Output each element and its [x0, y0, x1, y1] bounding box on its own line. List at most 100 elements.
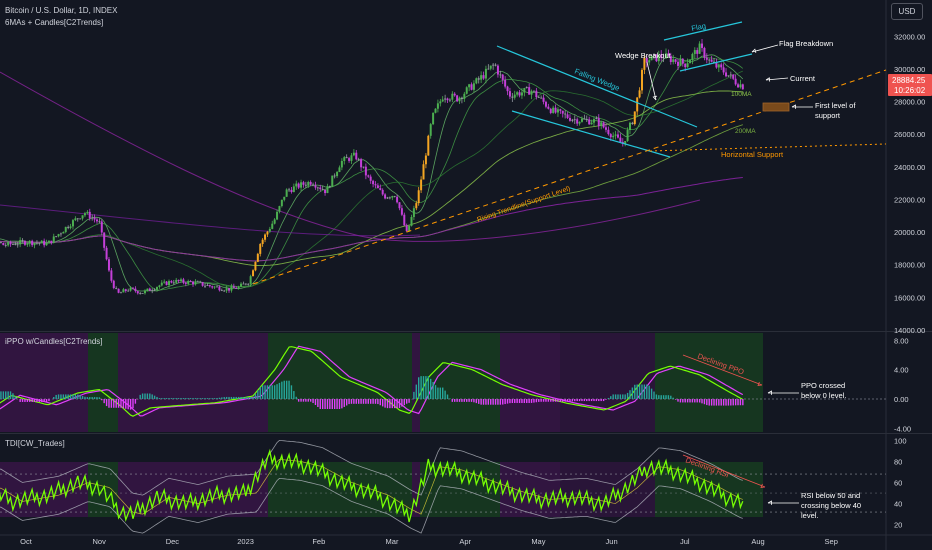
main-indicator-label[interactable]: 6MAs + Candles[C2Trends]	[5, 18, 103, 27]
candle-body	[384, 194, 387, 199]
candle-body	[225, 288, 228, 291]
candle-body	[312, 184, 315, 186]
candle-body	[182, 279, 185, 283]
candle-body	[537, 97, 540, 98]
price-tick-label: 26000.00	[894, 130, 925, 139]
candle-body	[705, 57, 708, 60]
ppo-tick-label: 4.00	[894, 366, 909, 375]
candle-body	[578, 121, 581, 124]
candle-body	[734, 78, 737, 85]
candle-body	[725, 72, 728, 77]
candle-body	[141, 293, 144, 294]
candle-body	[91, 217, 94, 219]
candle-body	[168, 281, 171, 286]
candle-body	[703, 47, 706, 58]
candle-body	[98, 221, 101, 223]
annotation-label: 200MA	[735, 128, 756, 135]
candle-body	[172, 282, 175, 284]
candle-body	[180, 279, 183, 282]
candle-body	[616, 134, 619, 138]
candle-body	[146, 288, 149, 291]
candle-body	[489, 65, 492, 69]
candle-body	[2, 242, 5, 246]
candle-body	[124, 289, 127, 291]
candle-body	[76, 218, 79, 220]
candle-body	[585, 119, 588, 120]
candle-body	[331, 175, 334, 188]
candle-body	[720, 64, 723, 68]
currency-button[interactable]: USD	[891, 3, 923, 20]
candle-body	[398, 202, 401, 209]
chart-canvas[interactable]: FlagWedge BreakoutFlag BreakdownFalling …	[0, 0, 932, 550]
candle-body	[264, 234, 267, 240]
candle-body	[530, 90, 533, 95]
candle-body	[609, 134, 612, 138]
candle-body	[364, 166, 367, 176]
candle-body	[693, 50, 696, 54]
candle-body	[535, 90, 538, 98]
candle-body	[468, 84, 471, 88]
candle-body	[62, 231, 65, 234]
candle-body	[374, 184, 377, 186]
candle-body	[35, 242, 38, 244]
candle-body	[552, 107, 555, 113]
candle-body	[4, 245, 7, 246]
price-tick-label: 14000.00	[894, 326, 925, 335]
candle-body	[261, 239, 264, 245]
candle-body	[273, 219, 276, 224]
candle-body	[242, 283, 245, 285]
candle-body	[684, 63, 687, 68]
candle-body	[523, 88, 526, 93]
candle-body	[636, 97, 639, 112]
candle-body	[316, 187, 319, 189]
candle-body	[458, 97, 461, 102]
candle-body	[360, 159, 363, 168]
candle-body	[422, 164, 425, 180]
candle-body	[240, 283, 243, 287]
x-tick-label: Dec	[166, 537, 180, 546]
candle-body	[727, 75, 730, 77]
tdi-panel-title: TDI[CW_Trades]	[5, 439, 65, 448]
candle-body	[148, 288, 151, 291]
price-tick-label: 18000.00	[894, 261, 925, 270]
candle-body	[544, 101, 547, 107]
candle-body	[672, 59, 675, 63]
candle-body	[532, 90, 535, 92]
candle-body	[633, 111, 636, 125]
candle-body	[131, 287, 134, 289]
candle-body	[580, 118, 583, 122]
candle-body	[403, 214, 406, 226]
candle-body	[204, 285, 207, 287]
candle-body	[566, 114, 569, 118]
ppo-trend-band	[0, 333, 88, 432]
candle-body	[300, 182, 303, 188]
candle-body	[16, 244, 19, 246]
candle-body	[427, 135, 430, 156]
candle-body	[463, 93, 466, 99]
candle-body	[81, 215, 84, 219]
candle-body	[528, 87, 531, 95]
candle-body	[420, 179, 423, 191]
x-tick-label: Oct	[20, 537, 33, 546]
annotation-label: crossing below 40	[801, 501, 861, 510]
candle-body	[237, 286, 240, 289]
candle-body	[88, 211, 91, 219]
candle-body	[691, 53, 694, 61]
candle-body	[628, 122, 631, 131]
candle-body	[480, 75, 483, 80]
annotation-label: support	[815, 111, 841, 120]
candle-body	[163, 281, 166, 283]
candle-body	[444, 98, 447, 100]
candle-body	[681, 58, 684, 64]
candle-body	[648, 60, 651, 63]
tdi-tick-label: 40	[894, 500, 902, 509]
candle-body	[453, 93, 456, 96]
ppo-trend-band	[118, 333, 268, 432]
candle-body	[143, 290, 146, 294]
candle-body	[127, 290, 130, 292]
candle-body	[739, 84, 742, 88]
price-tick-label: 28000.00	[894, 98, 925, 107]
candle-body	[333, 175, 336, 177]
ppo-trend-band	[420, 333, 500, 432]
candle-body	[208, 285, 211, 287]
